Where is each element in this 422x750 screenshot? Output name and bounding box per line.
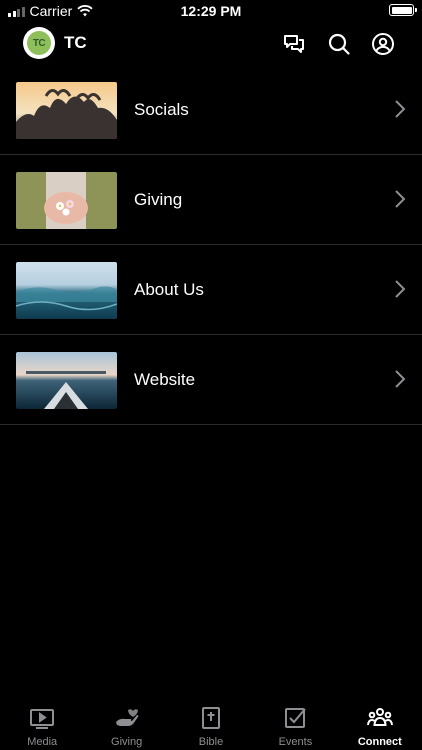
list-item-socials[interactable]: Socials bbox=[0, 65, 422, 155]
chevron-right-icon bbox=[395, 370, 406, 388]
header: TC TC bbox=[0, 24, 422, 64]
tab-bible[interactable]: Bible bbox=[169, 700, 253, 750]
play-icon bbox=[30, 709, 55, 729]
list-item-label: Socials bbox=[134, 100, 189, 119]
giving-hand-icon bbox=[115, 709, 138, 726]
about-us-thumbnail bbox=[16, 262, 117, 319]
tab-events[interactable]: Events bbox=[253, 700, 337, 750]
list-item-label: Giving bbox=[134, 190, 183, 209]
search-button[interactable] bbox=[326, 31, 352, 57]
logo-text: TC bbox=[27, 31, 51, 55]
search-icon bbox=[328, 33, 350, 55]
chevron-right-icon bbox=[395, 280, 406, 298]
people-icon bbox=[366, 708, 393, 726]
tab-bar: Media Giving Bible Events Connect bbox=[0, 700, 422, 750]
page-title: TC bbox=[64, 33, 87, 52]
user-circle-icon bbox=[372, 33, 394, 55]
profile-button[interactable] bbox=[370, 31, 396, 57]
chat-button[interactable] bbox=[281, 31, 307, 57]
list-item-label: Website bbox=[134, 370, 196, 389]
tab-label: Media bbox=[27, 736, 58, 748]
tab-connect[interactable]: Connect bbox=[338, 700, 422, 750]
chevron-right-icon bbox=[395, 190, 406, 208]
list-item-label: About Us bbox=[134, 280, 204, 299]
status-bar: Carrier 12:29 PM bbox=[0, 0, 422, 22]
connect-list: Socials Giving About Us Website bbox=[0, 65, 422, 425]
tab-label: Bible bbox=[198, 736, 224, 748]
tab-label: Giving bbox=[111, 736, 143, 748]
checkbox-icon bbox=[285, 708, 307, 728]
list-item-about-us[interactable]: About Us bbox=[0, 245, 422, 335]
chat-icon bbox=[284, 35, 304, 53]
website-thumbnail bbox=[16, 352, 117, 409]
tab-media[interactable]: Media bbox=[0, 700, 84, 750]
tab-label: Events bbox=[278, 736, 313, 748]
battery-icon bbox=[389, 4, 417, 16]
bible-icon bbox=[202, 707, 221, 729]
list-item-website[interactable]: Website bbox=[0, 335, 422, 425]
chevron-right-icon bbox=[395, 100, 406, 118]
giving-thumbnail bbox=[16, 172, 117, 229]
church-logo[interactable]: TC bbox=[23, 27, 55, 59]
tab-label: Connect bbox=[357, 736, 402, 748]
list-item-giving[interactable]: Giving bbox=[0, 155, 422, 245]
tab-giving[interactable]: Giving bbox=[84, 700, 168, 750]
status-time: 12:29 PM bbox=[180, 3, 242, 19]
socials-thumbnail bbox=[16, 82, 117, 139]
